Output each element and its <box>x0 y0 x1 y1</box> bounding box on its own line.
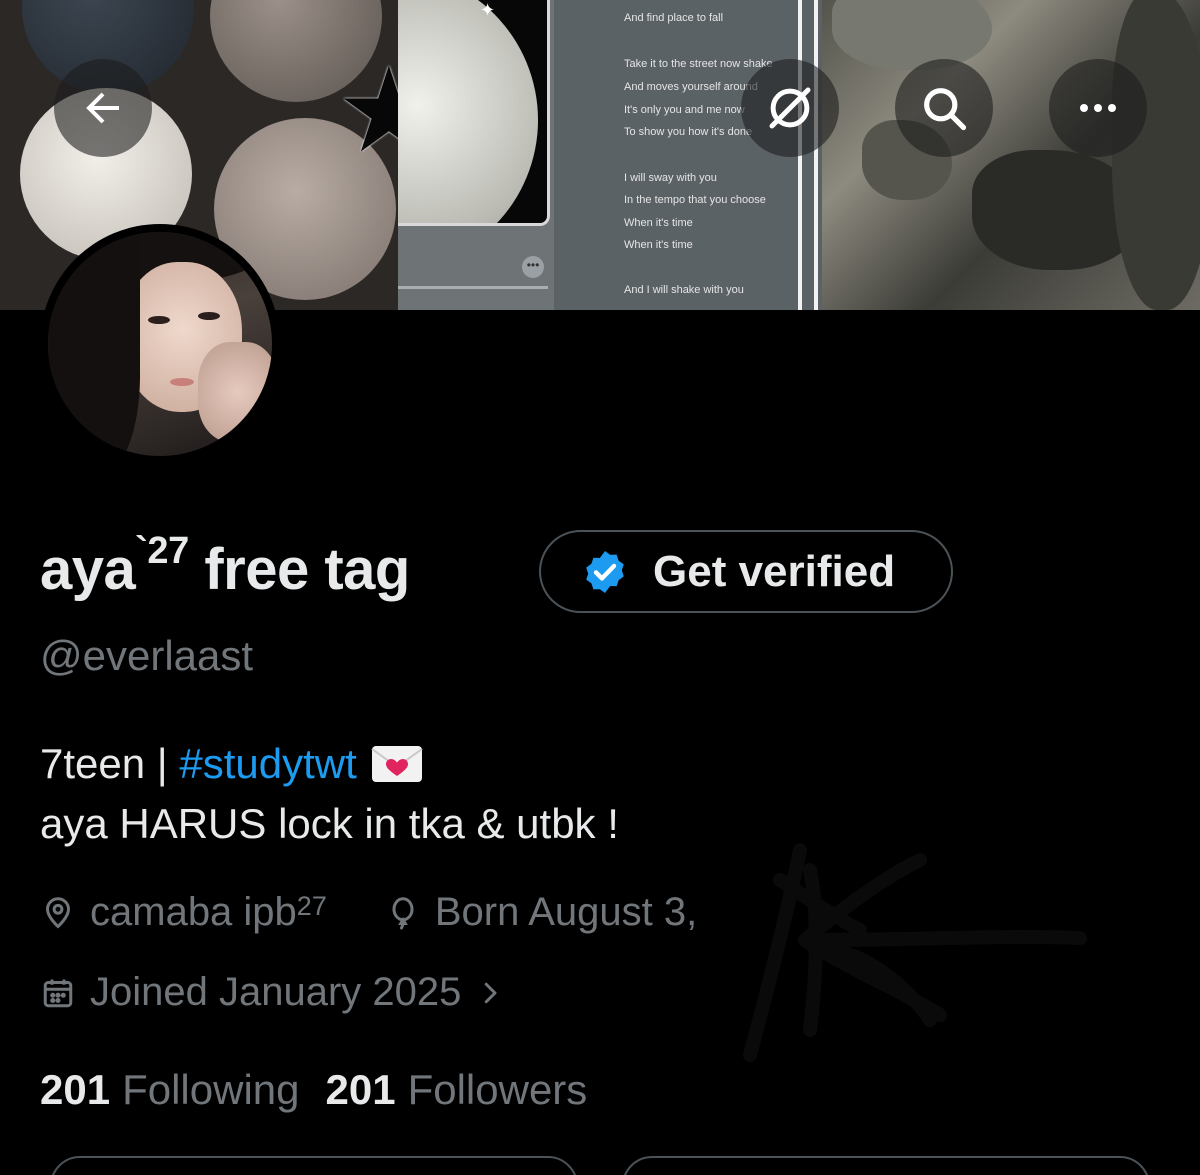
lyric-line: It's only you and me now <box>624 104 745 116</box>
user-handle: @everlaast <box>40 632 254 679</box>
display-name-sup: `27 <box>135 530 189 572</box>
avatar-lips <box>170 378 194 386</box>
search-button[interactable] <box>895 59 993 157</box>
calendar-icon <box>43 979 73 1007</box>
following-label: Following <box>122 1066 300 1113</box>
arrow-left-icon <box>86 92 119 124</box>
following-count: 201 <box>40 1066 111 1113</box>
avatar-eye <box>148 316 170 324</box>
location-pin-icon <box>45 896 71 929</box>
more-horizontal-icon <box>1080 104 1116 112</box>
display-name: aya`27 free tag <box>40 530 410 603</box>
fabric-fold <box>1112 0 1200 310</box>
location-sup: 27 <box>296 891 327 921</box>
get-verified-button[interactable]: Get verified <box>539 530 953 613</box>
profile-meta-row-1: camaba ipb 27 Born August 3, <box>40 890 697 935</box>
moon-image <box>398 0 538 223</box>
lyric-line: I will sway with you <box>624 172 717 184</box>
follow-stats: 201 Following 201 Followers <box>40 1066 613 1114</box>
love-letter-icon <box>371 746 423 782</box>
verified-badge-icon <box>586 550 624 593</box>
location-text: camaba ipb <box>90 890 297 934</box>
joined-text: Joined January 2025 <box>90 970 462 1014</box>
get-verified-label: Get verified <box>653 546 896 596</box>
bio-prefix: 7teen | <box>40 740 180 787</box>
location: camaba ipb 27 <box>40 890 327 935</box>
profile-action-button[interactable] <box>50 1156 578 1175</box>
lyric-line: To show you how it's done <box>624 126 753 138</box>
followers-link[interactable]: 201 Followers <box>326 1066 588 1114</box>
birthday-text: Born August 3, <box>434 890 698 934</box>
display-name-suffix: free tag <box>188 537 410 602</box>
hashtag-link[interactable]: #studytwt <box>179 740 356 788</box>
moon-card: ✦ <box>398 0 550 226</box>
joined-date[interactable]: Joined January 2025 <box>40 970 505 1015</box>
back-button[interactable] <box>54 59 152 157</box>
grok-button[interactable] <box>741 59 839 157</box>
profile-action-button[interactable] <box>622 1156 1150 1175</box>
more-button[interactable] <box>1049 59 1147 157</box>
avatar[interactable] <box>40 224 280 464</box>
birthday: Born August 3, <box>385 890 697 935</box>
lyric-line: Take it to the street now shake <box>624 58 773 70</box>
lyric-line: When it's time <box>624 239 693 251</box>
search-icon <box>924 88 967 131</box>
display-name-main: aya <box>40 537 136 602</box>
avatar-hand <box>198 342 272 442</box>
followers-count: 201 <box>325 1066 396 1113</box>
sparkle-icon: ✦ <box>480 0 496 20</box>
fabric-fold <box>832 0 992 70</box>
grok-icon <box>769 87 811 129</box>
bio-line-1: 7teen | #studytwt <box>40 740 423 788</box>
more-dots-icon: ••• <box>522 256 544 278</box>
followers-label: Followers <box>407 1066 588 1113</box>
banner-collage-moon: ✦ ••• <box>398 0 554 310</box>
bio-line-2: aya HARUS lock in tka & utbk ! <box>40 800 619 847</box>
balloon-icon <box>392 896 414 929</box>
lyric-line: And I will shake with you <box>624 284 744 296</box>
banner-collage-fabric <box>822 0 1200 310</box>
lyric-line: And find place to fall <box>624 12 724 24</box>
profile-meta-row-2[interactable]: Joined January 2025 <box>40 970 505 1015</box>
banner-divider <box>814 0 818 310</box>
avatar-image <box>48 232 272 456</box>
lyric-line: In the tempo that you choose <box>624 194 766 206</box>
avatar-hair <box>48 232 140 456</box>
lyric-line: When it's time <box>624 217 693 229</box>
avatar-eye <box>198 312 220 320</box>
following-link[interactable]: 201 Following <box>40 1066 300 1114</box>
lyric-line: And moves yourself around <box>624 81 758 93</box>
scrub-bar <box>398 286 548 289</box>
scribble-annotation <box>743 843 1087 1062</box>
chevron-right-icon <box>485 982 497 1003</box>
